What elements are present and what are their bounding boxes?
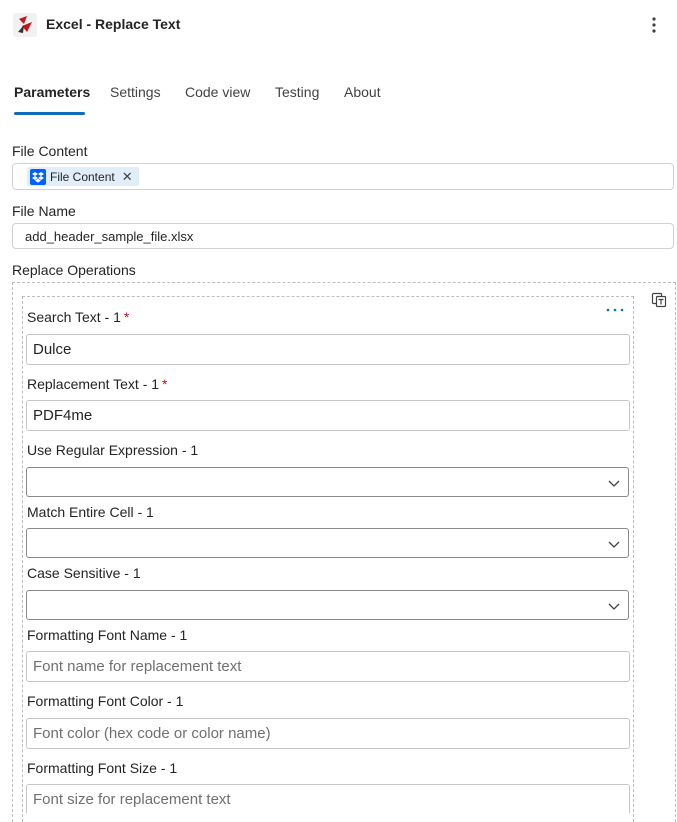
panel-header: Excel - Replace Text [0,0,677,52]
case-sensitive-label: Case Sensitive - 1 [27,565,141,581]
tab-code-view[interactable]: Code view [185,84,250,100]
tab-parameters[interactable]: Parameters [14,84,90,100]
chevron-down-icon [608,541,620,548]
use-regex-dropdown[interactable] [26,467,629,497]
file-content-label: File Content [12,143,88,159]
file-name-field[interactable]: add_header_sample_file.xlsx [12,223,674,249]
page-title: Excel - Replace Text [46,16,181,32]
file-name-label: File Name [12,203,76,219]
more-vertical-icon[interactable] [643,14,665,36]
required-mark: * [123,309,130,325]
pdf4me-logo-icon [13,13,37,37]
active-tab-indicator [14,112,85,115]
tab-bar: Parameters Settings Code view Testing Ab… [0,84,677,116]
file-content-token[interactable]: File Content ✕ [27,167,139,186]
case-sensitive-dropdown[interactable] [26,590,629,620]
replacement-text-label: Replacement Text - 1 * [27,376,168,392]
match-entire-cell-label: Match Entire Cell - 1 [27,504,154,520]
file-name-value: add_header_sample_file.xlsx [25,229,194,244]
chevron-down-icon [608,480,620,487]
dropbox-icon [30,168,46,185]
close-icon[interactable]: ✕ [122,170,133,183]
font-size-label: Formatting Font Size - 1 [27,760,178,776]
more-horizontal-icon[interactable] [603,303,627,317]
font-color-label: Formatting Font Color - 1 [27,693,184,709]
tab-testing[interactable]: Testing [275,84,319,100]
font-name-input[interactable] [26,651,630,682]
search-text-label: Search Text - 1 * [27,309,130,325]
copy-paste-icon[interactable] [650,291,668,309]
replace-operations-label: Replace Operations [12,262,136,278]
search-text-input[interactable] [26,334,630,365]
font-size-input[interactable] [26,784,630,813]
token-label: File Content [50,169,115,184]
file-content-field[interactable]: File Content ✕ [12,163,674,190]
chevron-down-icon [608,603,620,610]
font-color-input[interactable] [26,718,630,749]
use-regex-label: Use Regular Expression - 1 [27,442,199,458]
tab-settings[interactable]: Settings [110,84,161,100]
required-mark: * [162,376,168,392]
match-entire-cell-dropdown[interactable] [26,528,629,558]
font-name-label: Formatting Font Name - 1 [27,627,188,643]
tab-about[interactable]: About [344,84,381,100]
replacement-text-input[interactable] [26,400,630,431]
